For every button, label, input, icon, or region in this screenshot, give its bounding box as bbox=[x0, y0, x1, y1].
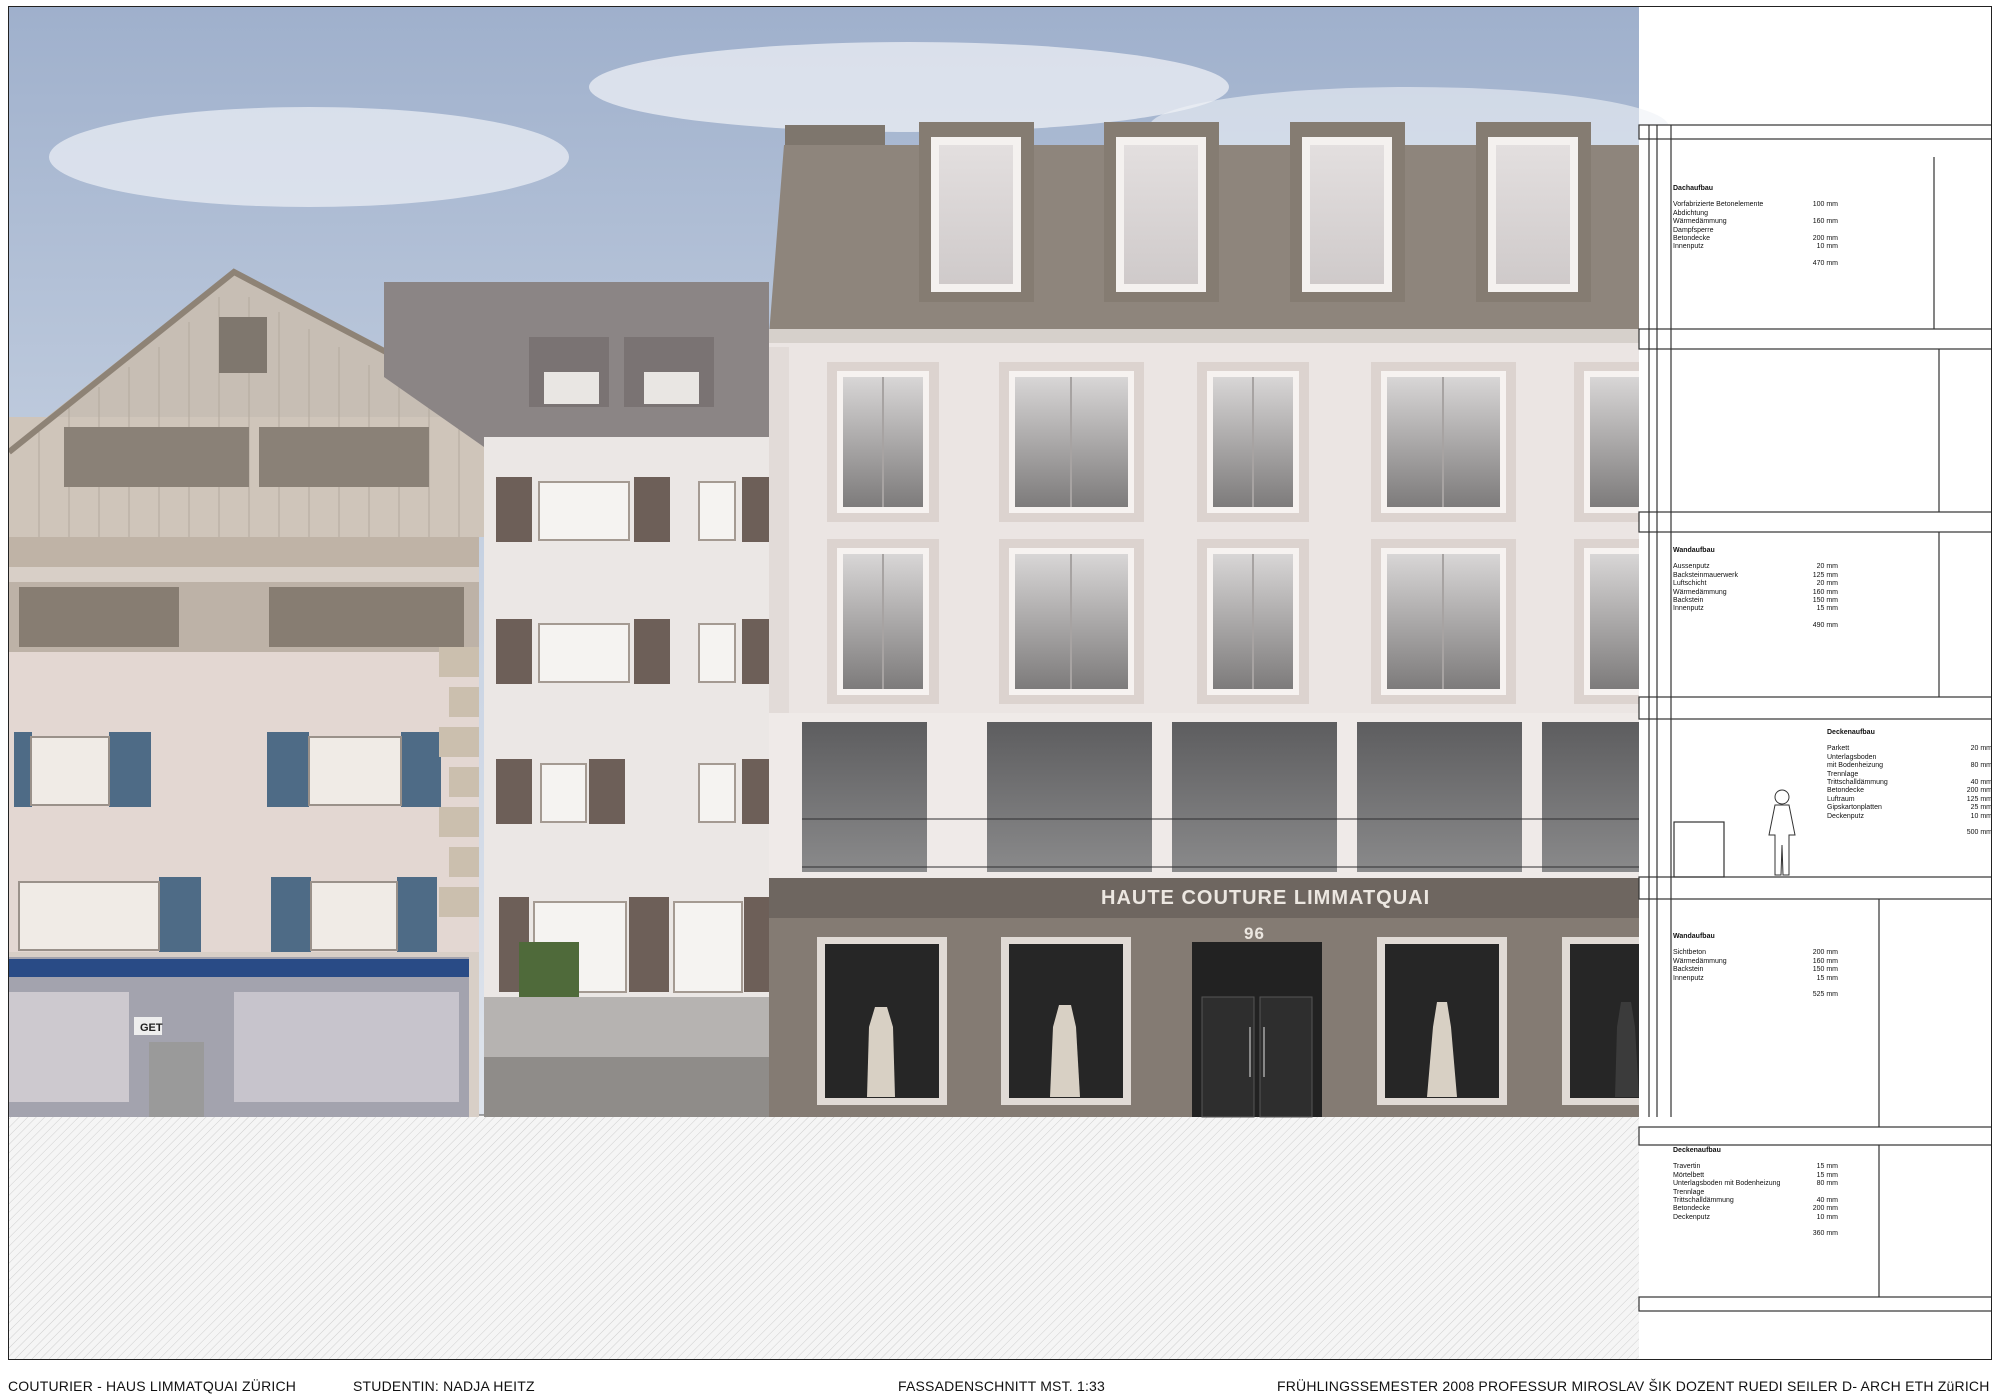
neighbor-shop-sign: GET bbox=[140, 1022, 163, 1034]
spec-block-floor-upper: Deckenaufbau Parkett 20 mm Unterlagsboden… bbox=[1827, 729, 1992, 837]
new-building-facade: HAUTE COUTURE LIMMATQUAI 96 bbox=[769, 122, 1639, 1118]
footer-semester: FRÜHLINGSSEMESTER 2008 PROFESSUR MIROSLA… bbox=[1277, 1378, 1990, 1394]
footer-drawing-title: FASSADENSCHNITT MST. 1:33 bbox=[898, 1378, 1106, 1394]
spec-block-wall-lower: Wandaufbau Sichtbeton 200 mm Wärmedämmung… bbox=[1673, 933, 1838, 999]
spec-block-floor-ground: Deckenaufbau Travertin 15 mm Mörtelbett 15… bbox=[1673, 1147, 1838, 1238]
footer-student: STUDENTIN: NADJA HEITZ bbox=[353, 1378, 535, 1394]
spec-block-wall-upper: Wandaufbau Aussenputz 20 mm Backsteinmaue… bbox=[1673, 547, 1838, 629]
spec-block-roof: Dachaufbau Vorfabrizierte Betonelemente 1… bbox=[1673, 185, 1838, 267]
house-number: 96 bbox=[1244, 924, 1265, 943]
drawing-sheet: GET HAUTE COUTURE LIMMATQUAI 96 Dachaufb… bbox=[8, 6, 1992, 1360]
facade-sign: HAUTE COUTURE LIMMATQUAI bbox=[1101, 887, 1430, 909]
footer-project: COUTURIER - HAUS LIMMATQUAI ZÜRICH bbox=[8, 1378, 297, 1394]
